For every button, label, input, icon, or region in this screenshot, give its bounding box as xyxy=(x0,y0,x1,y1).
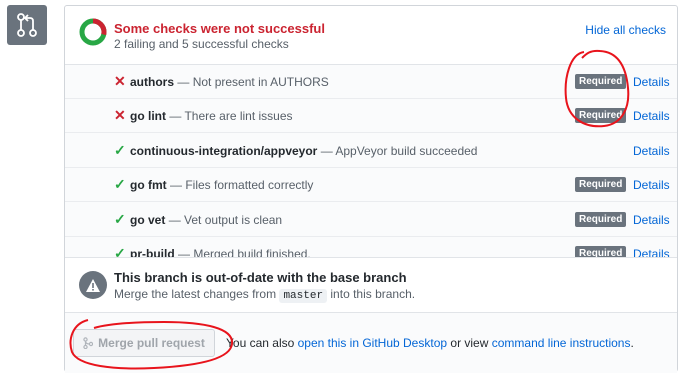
success-check-icon: ✓ xyxy=(114,245,126,258)
check-separator: — xyxy=(170,178,182,192)
required-badge: Required xyxy=(575,177,627,192)
check-description: AppVeyor build succeeded xyxy=(335,144,478,158)
check-separator: — xyxy=(320,144,333,158)
check-row: ✓ go vet — Vet output is clean Required … xyxy=(65,203,677,237)
success-check-icon: ✓ xyxy=(114,176,126,192)
warning-icon xyxy=(79,271,107,299)
merge-alt-period: . xyxy=(630,336,634,350)
check-separator: — xyxy=(177,75,190,89)
details-link[interactable]: Details xyxy=(633,213,670,227)
check-separator: — xyxy=(169,109,182,123)
check-separator: — xyxy=(168,213,181,227)
check-summary-donut-icon xyxy=(79,18,107,46)
git-pull-request-icon xyxy=(7,5,47,45)
check-row: ✕ authors — Not present in AUTHORS Requi… xyxy=(65,65,677,99)
check-name: continuous-integration/appveyor xyxy=(130,144,318,158)
open-github-desktop-link[interactable]: open this in GitHub Desktop xyxy=(298,336,447,350)
check-separator: — xyxy=(178,247,190,258)
required-badge: Required xyxy=(575,212,627,227)
check-name: authors xyxy=(130,75,175,89)
required-badge: Required xyxy=(575,108,627,123)
merge-alt-text: You can also xyxy=(226,336,295,350)
details-link[interactable]: Details xyxy=(633,144,670,158)
required-badge: Required xyxy=(575,246,627,257)
merge-button-label: Merge pull request xyxy=(98,336,205,350)
base-branch-name: master xyxy=(279,289,328,303)
out-of-date-text: Merge the latest changes from xyxy=(114,287,277,301)
check-name: go vet xyxy=(130,213,166,227)
check-name: pr-build xyxy=(130,247,175,258)
details-link[interactable]: Details xyxy=(633,75,670,89)
check-row: ✓ continuous-integration/appveyor — AppV… xyxy=(65,134,677,168)
merge-box: Some checks were not successful 2 failin… xyxy=(64,5,678,373)
out-of-date-text-end: into this branch. xyxy=(330,287,416,301)
check-description: Files formatted correctly xyxy=(185,178,314,192)
checks-subtitle: 2 failing and 5 successful checks xyxy=(114,37,289,51)
details-link[interactable]: Details xyxy=(633,247,670,257)
check-description: Merged build finished. xyxy=(193,247,311,258)
success-check-icon: ✓ xyxy=(114,142,126,158)
checks-title: Some checks were not successful xyxy=(114,21,325,36)
check-description: There are lint issues xyxy=(184,109,293,123)
checks-header: Some checks were not successful 2 failin… xyxy=(65,6,677,65)
check-row: ✓ go fmt — Files formatted correctly Req… xyxy=(65,168,677,202)
merge-pull-request-button[interactable]: Merge pull request xyxy=(73,329,215,357)
success-check-icon: ✓ xyxy=(114,211,126,227)
check-row: ✓ pr-build — Merged build finished. Requ… xyxy=(65,237,677,258)
out-of-date-title: This branch is out-of-date with the base… xyxy=(114,270,407,285)
merge-section: Merge pull request You can also open thi… xyxy=(65,313,677,373)
checks-list: ✕ authors — Not present in AUTHORS Requi… xyxy=(65,65,677,258)
required-badge: Required xyxy=(575,74,627,89)
hide-all-checks-link[interactable]: Hide all checks xyxy=(585,23,666,37)
check-description: Not present in AUTHORS xyxy=(192,75,329,89)
details-link[interactable]: Details xyxy=(633,109,670,123)
fail-x-icon: ✕ xyxy=(114,73,126,89)
git-merge-icon xyxy=(83,337,94,349)
command-line-instructions-link[interactable]: command line instructions xyxy=(492,336,631,350)
check-name: go fmt xyxy=(130,178,167,192)
check-name: go lint xyxy=(130,109,166,123)
merge-alt-text-middle: or view xyxy=(450,336,489,350)
check-description: Vet output is clean xyxy=(184,213,283,227)
fail-x-icon: ✕ xyxy=(114,107,126,123)
check-row: ✕ go lint — There are lint issues Requir… xyxy=(65,99,677,133)
out-of-date-notice: This branch is out-of-date with the base… xyxy=(65,258,677,313)
details-link[interactable]: Details xyxy=(633,178,670,192)
